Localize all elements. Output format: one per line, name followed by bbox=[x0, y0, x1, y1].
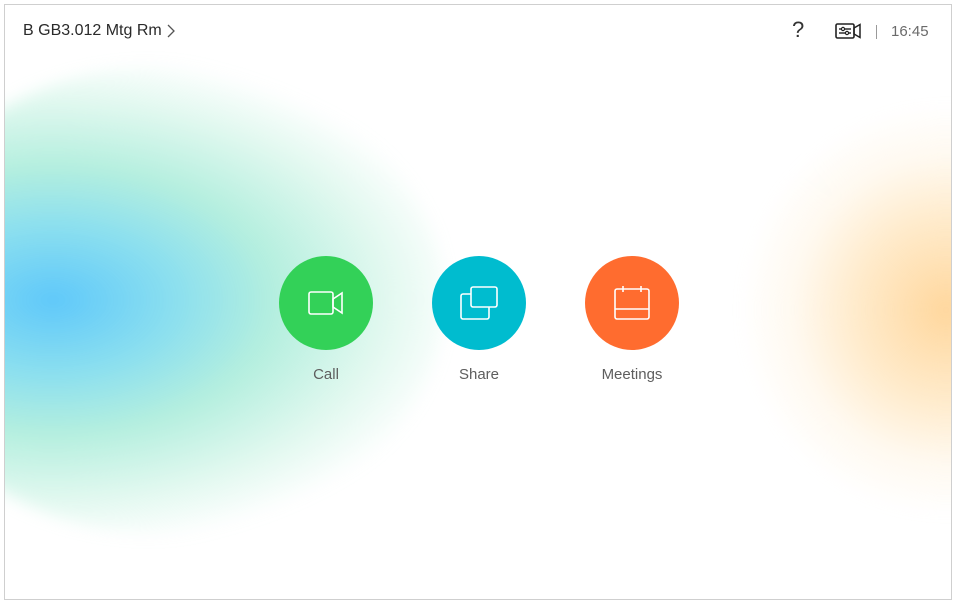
meetings-button-circle[interactable] bbox=[585, 256, 679, 350]
share-button-circle[interactable] bbox=[432, 256, 526, 350]
share-label: Share bbox=[458, 366, 500, 383]
background-glow-right bbox=[731, 95, 951, 525]
room-name-label: B GB3.012 Mtg Rm bbox=[23, 22, 162, 39]
action-buttons: Call Share Meetings bbox=[279, 256, 689, 396]
meetings-button[interactable]: Meetings bbox=[585, 256, 679, 383]
meetings-label: Meetings bbox=[601, 366, 663, 383]
call-button-circle[interactable] bbox=[279, 256, 373, 350]
camera-settings-icon[interactable] bbox=[835, 21, 861, 41]
header-divider bbox=[876, 25, 877, 39]
call-label: Call bbox=[313, 366, 339, 383]
clock: 16:45 bbox=[891, 23, 929, 40]
chevron-right-icon bbox=[167, 24, 175, 38]
help-icon[interactable]: ? bbox=[792, 19, 804, 41]
video-camera-icon bbox=[308, 291, 343, 315]
top-bar: B GB3.012 Mtg Rm ? 16:45 bbox=[5, 5, 951, 59]
home-screen: B GB3.012 Mtg Rm ? 16:45 Call Share Meet… bbox=[4, 4, 952, 600]
room-name-button[interactable]: B GB3.012 Mtg Rm bbox=[23, 22, 176, 40]
share-button[interactable]: Share bbox=[432, 256, 526, 383]
calendar-icon bbox=[614, 286, 650, 320]
call-button[interactable]: Call bbox=[279, 256, 373, 383]
share-screen-icon bbox=[460, 286, 498, 320]
